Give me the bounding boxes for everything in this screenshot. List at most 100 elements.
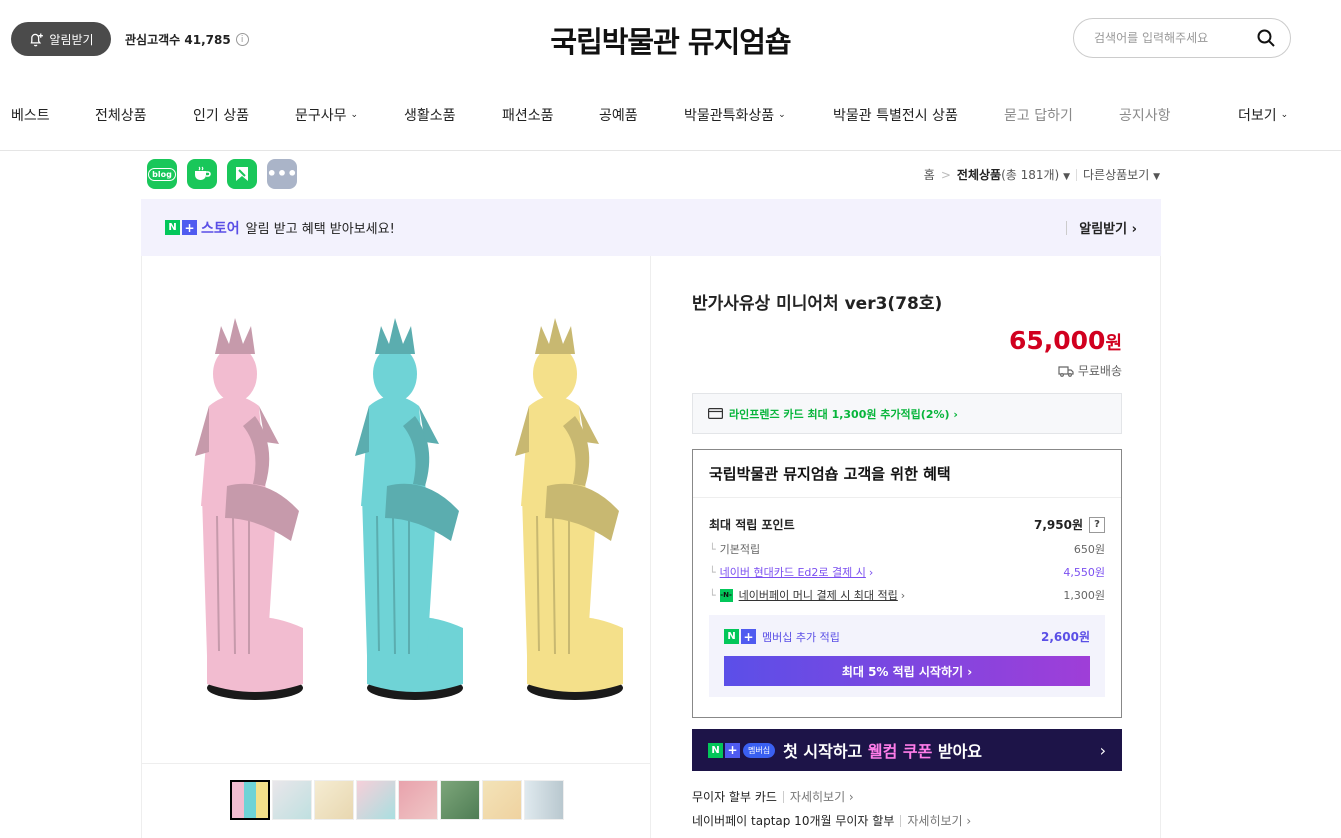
welcome-coupon-banner[interactable]: N + 멤버십 첫 시작하고 웰컴 쿠폰 받아요 › [692,729,1122,771]
card-promo-label: 라인프렌즈 카드 최대 1,300원 추가적립(2%) › [729,407,958,421]
hyundai-card-value: 4,550원 [1063,566,1105,579]
nav-item-all-products[interactable]: 전체상품 [95,105,147,125]
nav-item-living[interactable]: 생활소품 [404,105,456,125]
naver-plus-icon: + [182,220,197,235]
tree-branch-icon: └ [709,542,716,556]
welcome-text-c: 받아요 [932,742,983,761]
keep-share-button[interactable] [227,159,257,189]
banner-alarm-label: 알림받기 › [1079,222,1137,237]
blog-share-button[interactable]: blog [147,159,177,189]
thumbnail-2[interactable] [272,780,312,820]
installment-label: 무이자 할부 카드 [692,790,777,804]
nav-label: 더보기 [1238,108,1277,124]
naver-plus-logo: N + [724,629,756,644]
nav-label: 공지사항 [1119,108,1171,124]
price-unit: 원 [1105,333,1122,354]
breadcrumb: 홈 > 전체상품(총 181개) ▼ 다른상품보기 ▼ [924,166,1160,183]
thumbnail-4[interactable] [356,780,396,820]
nav-item-museum-special[interactable]: 박물관특화상품 ⌄ [684,105,786,125]
max-point-row: 최대 적립 포인트 7,950원 ? [709,516,1105,533]
nav-item-qna[interactable]: 묻고 답하기 [1004,105,1073,125]
npay-money-link[interactable]: 네이버페이 머니 결제 시 최대 적립 [739,587,898,603]
breadcrumb-category[interactable]: 전체상품(총 181개) ▼ [957,166,1070,183]
price-value: 65,000 [1008,326,1106,355]
search-input[interactable] [1094,31,1256,45]
divider [1066,220,1068,235]
product-image-column [142,256,651,838]
store-word: 스토어 [201,220,240,237]
nav-label: 묻고 답하기 [1004,108,1073,124]
npay-money-value: 1,300원 [1063,589,1105,602]
nav-item-more[interactable]: 더보기 ⌄ [1238,105,1288,125]
cafe-cup-icon [195,166,211,180]
naver-store-banner: N + 스토어 알림 받고 혜택 받아보세요! 알림받기 › [141,199,1161,256]
thumbnail-strip [230,780,564,820]
chevron-down-icon: ⌄ [350,110,359,120]
max-point-value: 7,950원 [1034,518,1083,532]
naver-plus-logo: N + [165,220,197,235]
blog-icon: blog [148,167,176,181]
basic-point-label: 기본적립 [719,543,761,556]
other-products-label: 다른상품보기 [1083,168,1150,182]
welcome-text-highlight: 웰컴 쿠폰 [867,742,933,761]
chevron-right-icon: › [900,588,906,602]
chevron-right-icon: › [868,565,874,579]
thumbnail-8[interactable] [524,780,564,820]
membership-pill: 멤버십 [743,742,776,758]
npay-logo-icon: -N- [719,588,733,602]
thumbnail-6[interactable] [440,780,480,820]
search-icon[interactable] [1256,28,1276,48]
installment-label: 네이버페이 taptap 10개월 무이자 할부 [692,814,895,828]
statue-figure [515,318,623,700]
thumbnail-7[interactable] [482,780,522,820]
other-products-dropdown[interactable]: 다른상품보기 ▼ [1083,166,1160,183]
banner-alarm-button[interactable]: 알림받기 › [1066,218,1137,237]
thumbnail-1[interactable] [230,780,270,820]
cafe-share-button[interactable] [187,159,217,189]
breadcrumb-category-label: 전체상품 [956,168,1002,182]
bookmark-icon [236,167,248,181]
nav-label: 베스트 [11,108,50,124]
share-buttons: blog ••• [147,159,297,189]
banner-message: 알림 받고 혜택 받아보세요! [245,222,395,237]
installment-details-link[interactable]: 자세히보기 › [790,788,854,805]
thumbnail-5[interactable] [398,780,438,820]
npay-money-row: └ -N- 네이버페이 머니 결제 시 최대 적립 › 1,300원 [709,587,1105,603]
installment-row: 무이자 할부 카드 자세히보기 › [692,788,854,805]
nav-item-fashion[interactable]: 패션소품 [502,105,554,125]
help-question-icon[interactable]: ? [1089,516,1105,533]
product-main-image[interactable] [142,256,651,764]
product-section: 반가사유상 미니어처 ver3(78호) 65,000원 무료배송 라인프렌즈 … [141,256,1161,838]
installment-details-link[interactable]: 자세히보기 › [907,812,971,829]
nav-item-stationery[interactable]: 문구사무 ⌄ [295,105,358,125]
statue-figure [195,318,303,700]
basic-point-value: 650원 [1073,543,1105,556]
nav-item-exhibition[interactable]: 박물관 특별전시 상품 [833,105,958,125]
more-share-button[interactable]: ••• [267,159,297,189]
caret-down-icon: ▼ [1063,172,1070,182]
divider [900,814,902,827]
product-price: 65,000원 [1009,326,1122,355]
divider [782,790,784,803]
breadcrumb-home[interactable]: 홈 [924,166,935,183]
naver-plus-icon: + [741,629,756,644]
card-promo-link[interactable]: 라인프렌즈 카드 최대 1,300원 추가적립(2%) › [692,393,1122,434]
nav-item-popular[interactable]: 인기 상품 [193,105,249,125]
basic-point-row: └ 기본적립 650원 [709,541,1105,557]
nav-item-best[interactable]: 베스트 [11,105,50,125]
search-box [1073,18,1291,58]
nav-label: 문구사무 [295,108,347,124]
membership-start-button[interactable]: 최대 5% 적립 시작하기 › [724,656,1090,686]
naver-n-logo: N [708,742,723,758]
chevron-right-icon: › [1099,740,1106,760]
thumbnail-3[interactable] [314,780,354,820]
nav-item-crafts[interactable]: 공예품 [599,105,638,125]
nav-divider [0,150,1341,151]
welcome-text-a: 첫 시작하고 [783,742,868,761]
credit-card-icon [708,408,723,419]
hyundai-card-link[interactable]: 네이버 현대카드 Ed2로 결제 시 [720,564,866,580]
membership-label: 멤버십 추가 적립 [762,630,840,644]
shipping-info: 무료배송 [1058,362,1122,379]
nav-item-notice[interactable]: 공지사항 [1119,105,1171,125]
statue-figure [355,318,463,700]
